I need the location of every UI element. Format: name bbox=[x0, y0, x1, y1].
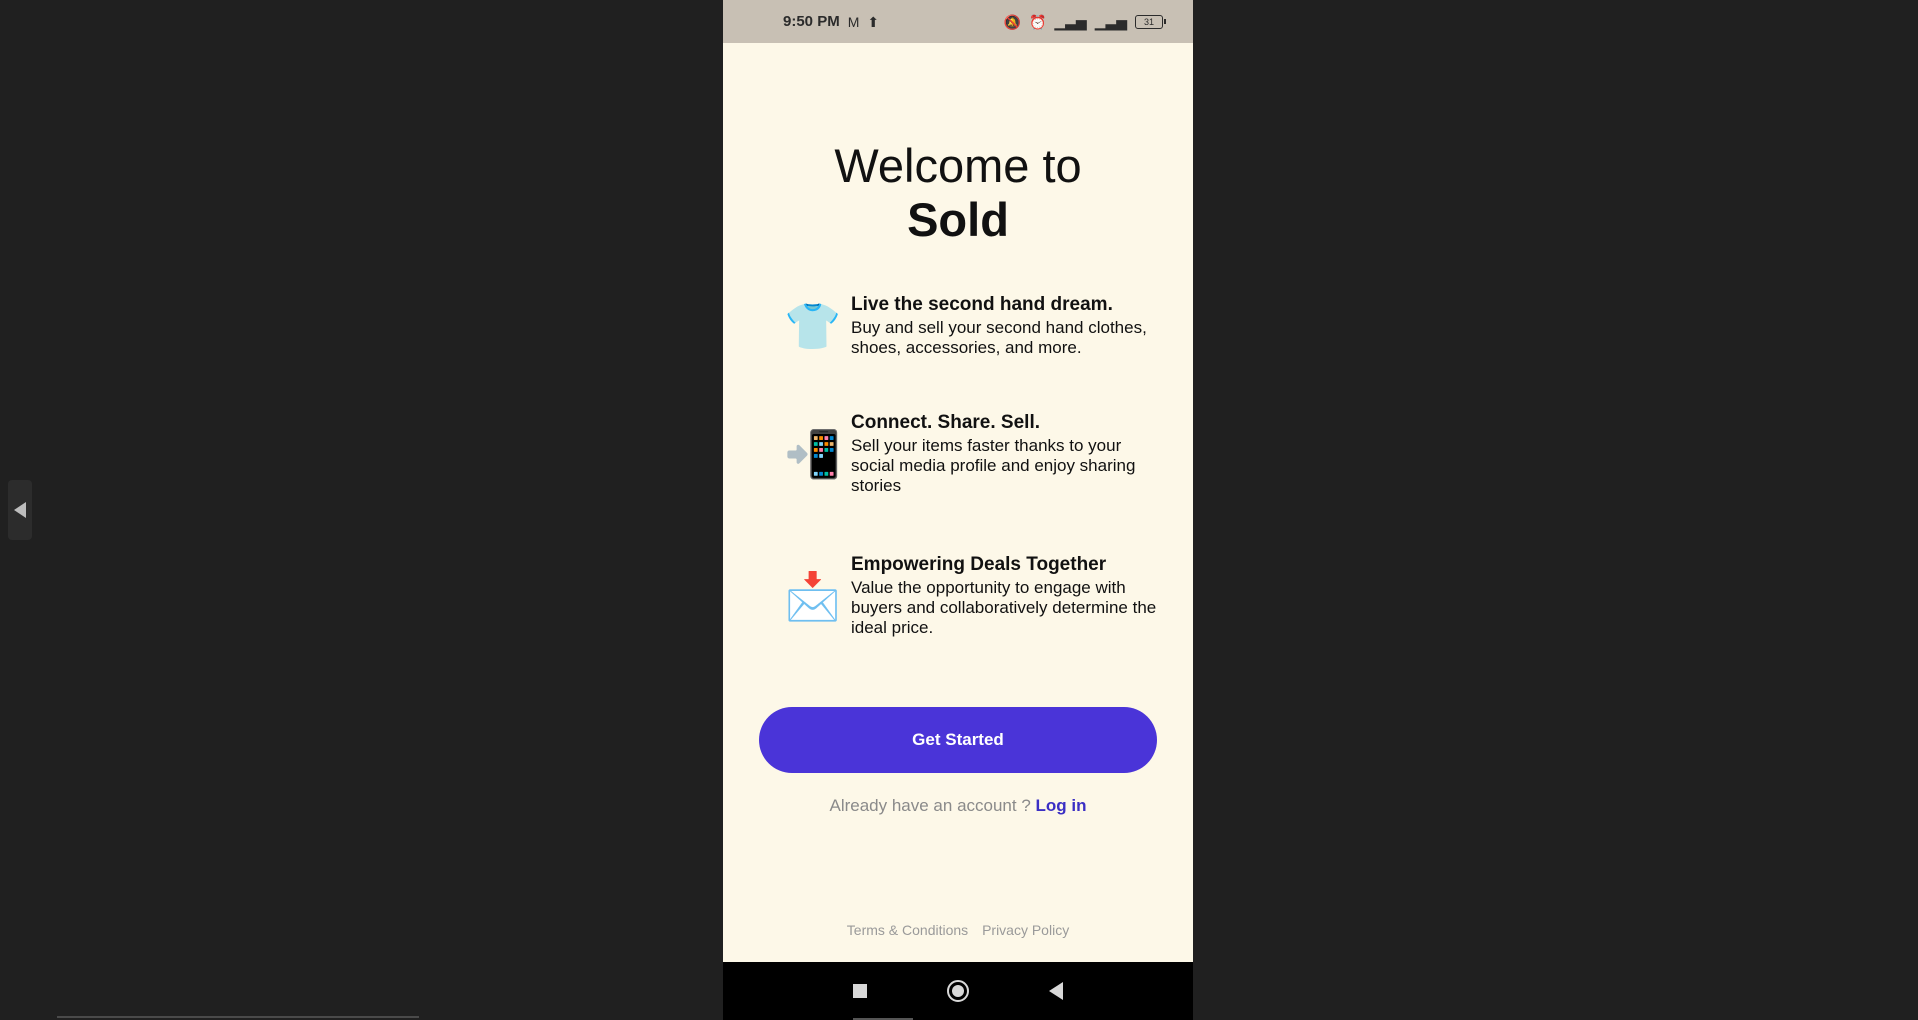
home-button[interactable] bbox=[947, 980, 969, 1002]
tshirt-icon: 👕 bbox=[784, 298, 842, 353]
recents-button[interactable] bbox=[853, 984, 867, 998]
android-nav-bar bbox=[723, 962, 1193, 1020]
privacy-link[interactable]: Privacy Policy bbox=[982, 922, 1069, 938]
battery-icon: 31 bbox=[1135, 14, 1166, 29]
mute-icon: 🔕 bbox=[1003, 13, 1021, 30]
feature-description: Sell your items faster thanks to your so… bbox=[851, 436, 1136, 495]
login-link[interactable]: Log in bbox=[1036, 796, 1087, 815]
feature-description: Buy and sell your second hand clothes, s… bbox=[851, 318, 1147, 357]
feature-title: Connect. Share. Sell. bbox=[851, 412, 1040, 433]
status-time: 9:50 PM bbox=[783, 13, 840, 30]
feature-title: Empowering Deals Together bbox=[851, 554, 1107, 575]
taskbar-indicator bbox=[57, 1016, 419, 1018]
envelope-arrow-icon: 📩 bbox=[784, 568, 842, 623]
get-started-button[interactable]: Get Started bbox=[759, 707, 1157, 773]
status-bar: 9:50 PM M ⬆ 🔕 ⏰ ▁▃▅ ▁▃▅ 31 bbox=[723, 0, 1193, 43]
side-panel-handle[interactable] bbox=[8, 480, 32, 540]
chevron-left-icon bbox=[14, 502, 26, 518]
login-prompt: Already have an account ? bbox=[829, 796, 1031, 815]
feature-item: 📲 Connect. Share. Sell. Sell your items … bbox=[783, 412, 1163, 496]
feature-item: 📩 Empowering Deals Together Value the op… bbox=[783, 554, 1163, 638]
phone-screen: 9:50 PM M ⬆ 🔕 ⏰ ▁▃▅ ▁▃▅ 31 Welcome to So… bbox=[723, 0, 1193, 1020]
upload-icon: ⬆ bbox=[867, 13, 880, 30]
signal-icon: ▁▃▅ bbox=[1094, 13, 1127, 30]
feature-description: Value the opportunity to engage with buy… bbox=[851, 578, 1157, 637]
feature-title: Live the second hand dream. bbox=[851, 294, 1113, 315]
mobile-arrow-icon: 📲 bbox=[784, 426, 842, 481]
feature-item: 👕 Live the second hand dream. Buy and se… bbox=[783, 294, 1163, 358]
battery-level: 31 bbox=[1143, 16, 1154, 27]
app-name: Sold bbox=[907, 193, 1009, 246]
footer-links: Terms & Conditions Privacy Policy bbox=[723, 922, 1193, 938]
gmail-icon: M bbox=[847, 13, 860, 30]
alarm-icon: ⏰ bbox=[1028, 13, 1047, 30]
back-button[interactable] bbox=[1049, 982, 1063, 1000]
terms-link[interactable]: Terms & Conditions bbox=[847, 922, 968, 938]
login-prompt-line: Already have an account ? Log in bbox=[723, 796, 1193, 816]
welcome-title: Welcome to bbox=[834, 139, 1082, 192]
signal-icon: ▁▃▅ bbox=[1054, 13, 1087, 30]
